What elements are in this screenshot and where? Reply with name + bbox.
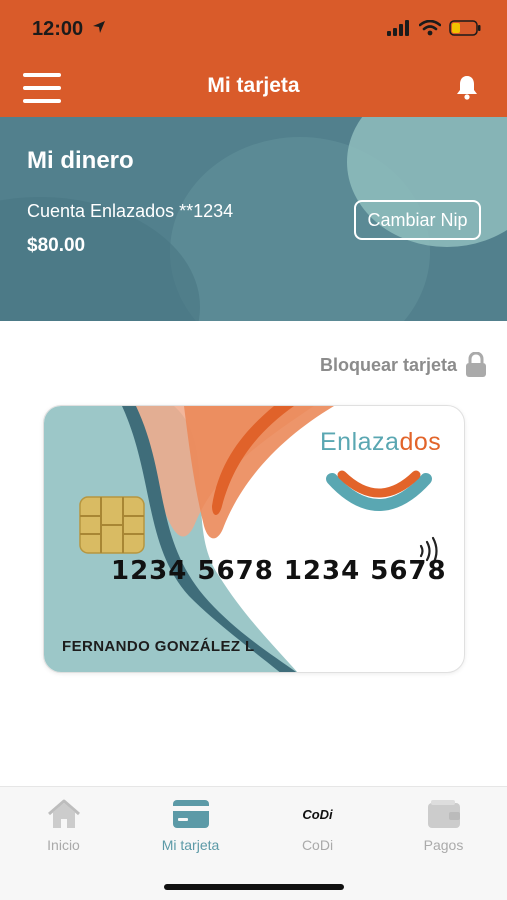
home-indicator[interactable]: [164, 884, 344, 890]
card-holder: FERNANDO GONZÁLEZ L: [62, 638, 255, 655]
nav-label-inicio: Inicio: [47, 837, 80, 853]
nav-item-pagos[interactable]: Pagos: [380, 787, 507, 867]
nav-label-codi: CoDi: [301, 837, 334, 853]
debit-card[interactable]: Enlazados 1234 5678 1234 5678 FERNANDO G…: [43, 405, 465, 673]
status-time-text: 12:00: [32, 18, 84, 40]
card-icon: [172, 800, 209, 828]
nav-label-mi-tarjeta: Mi tarjeta: [161, 837, 220, 853]
card-brand: Enlazados: [320, 428, 441, 457]
bell-icon[interactable]: [455, 74, 479, 100]
wallet-icon: [427, 800, 460, 828]
signal-icon: [387, 20, 409, 36]
battery-icon: [449, 20, 481, 36]
status-time: 12:00: [32, 18, 106, 41]
card-number: 1234 5678 1234 5678: [111, 556, 447, 586]
status-icons: [387, 20, 481, 36]
codi-icon: CoDi: [302, 806, 333, 822]
top-bar: 12:00 Mi tarjeta: [0, 0, 507, 117]
home-icon: [47, 799, 80, 828]
card-brand-prefix: Enlaza: [320, 428, 400, 456]
nav-item-inicio[interactable]: Inicio: [0, 787, 127, 867]
account-label: Cuenta Enlazados **1234: [27, 201, 234, 221]
block-card-button[interactable]: Bloquear tarjeta: [320, 352, 487, 378]
balance-amount: $80.00: [27, 235, 86, 256]
card-brand-suffix: dos: [399, 428, 442, 456]
location-arrow-icon: [92, 21, 105, 33]
nav-item-codi[interactable]: CoDi CoDi: [254, 787, 381, 867]
bottom-nav: Inicio Mi tarjeta CoDi CoDi Pagos: [0, 786, 507, 900]
wifi-icon: [419, 20, 441, 36]
block-card-label: Bloquear tarjeta: [319, 354, 457, 375]
change-pin-button[interactable]: Cambiar Nip: [354, 200, 481, 240]
nav-label-pagos: Pagos: [423, 837, 464, 853]
page-title: Mi tarjeta: [207, 74, 300, 97]
balance-title: Mi dinero: [27, 147, 134, 174]
enlazados-logo-icon: [326, 470, 432, 511]
app-screen: 12:00 Mi tarjeta Mi dinero Cuenta Enlaza…: [0, 0, 507, 900]
nav-item-mi-tarjeta[interactable]: Mi tarjeta: [127, 787, 254, 867]
lock-icon: [466, 352, 486, 377]
balance-section: Mi dinero Cuenta Enlazados **1234 $80.00…: [0, 117, 507, 321]
chip-icon: [79, 496, 145, 554]
